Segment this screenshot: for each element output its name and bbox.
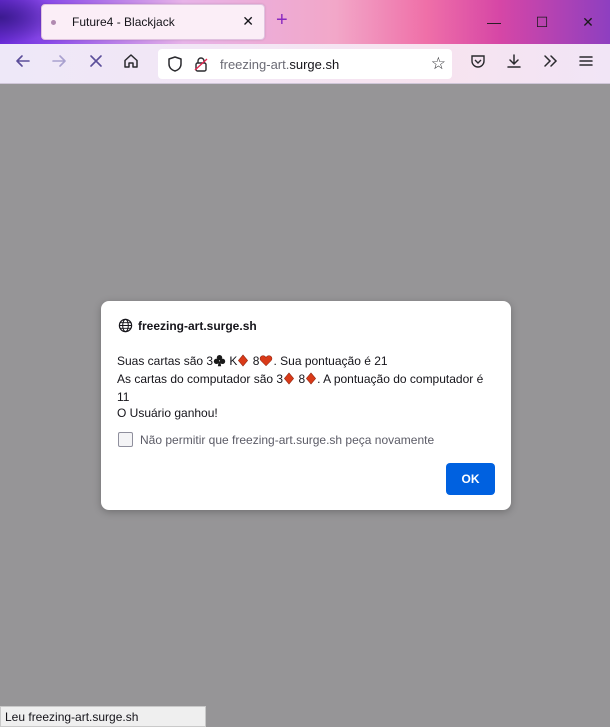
dialog-message: Suas cartas são 3 K 8 . Sua pontuação é 2… [117, 353, 497, 421]
card-rank: 3 [276, 372, 284, 386]
overflow-icon[interactable] [538, 52, 562, 76]
navigation-toolbar: freezing-art.surge.sh ☆ [0, 44, 610, 84]
lock-icon[interactable] [192, 55, 210, 73]
computer-suffix: . A pontuação do computador é [317, 372, 484, 386]
player-cards-line: Suas cartas são 3 K 8 . Sua pontuação é 2… [117, 353, 497, 371]
card-rank: 8 [298, 372, 306, 386]
computer-score-line: 11 [117, 390, 130, 404]
address-bar[interactable]: freezing-art.surge.sh ☆ [158, 49, 452, 79]
new-tab-button[interactable]: + [276, 10, 288, 30]
player-prefix: Suas cartas são [117, 354, 207, 368]
shield-icon[interactable] [166, 55, 184, 73]
tab-blackjack[interactable]: Future4 - Blackjack ✕ [41, 4, 265, 40]
back-icon[interactable] [11, 52, 35, 76]
result-line: O Usuário ganhou! [117, 406, 218, 420]
card-rank: K [229, 354, 238, 368]
tab-loading-icon [51, 20, 56, 25]
bookmark-star-icon[interactable]: ☆ [431, 54, 446, 74]
minimize-button[interactable]: — [482, 10, 506, 34]
heart-icon [259, 354, 273, 371]
home-icon[interactable] [119, 52, 143, 76]
close-window-button[interactable]: ✕ [576, 10, 600, 34]
club-icon [213, 354, 226, 371]
url-text[interactable]: freezing-art.surge.sh [220, 57, 339, 72]
status-bar: Leu freezing-art.surge.sh [0, 706, 206, 727]
download-icon[interactable] [502, 52, 526, 76]
card-rank: 3 [206, 354, 214, 368]
tab-title: Future4 - Blackjack [72, 15, 175, 29]
computer-prefix: As cartas do computador são [117, 372, 277, 386]
forward-icon[interactable] [47, 52, 71, 76]
diamond-icon [305, 372, 317, 389]
stop-icon[interactable] [84, 52, 108, 76]
pocket-icon[interactable] [466, 52, 490, 76]
globe-icon [118, 318, 133, 333]
tab-close-icon[interactable]: ✕ [242, 13, 254, 29]
dialog-origin: freezing-art.surge.sh [138, 319, 257, 333]
diamond-icon [283, 372, 295, 389]
alert-dialog: freezing-art.surge.sh Suas cartas são 3 … [101, 301, 511, 510]
player-suffix: . Sua pontuação é 21 [273, 354, 388, 368]
suppress-dialogs-label[interactable]: Não permitir que freezing-art.surge.sh p… [140, 433, 434, 447]
card-rank: 8 [252, 354, 260, 368]
computer-cards-line: As cartas do computador são 3 8 . A pontu… [117, 371, 497, 389]
maximize-button[interactable]: ☐ [530, 10, 554, 34]
title-bar: Future4 - Blackjack ✕ + — ☐ ✕ [0, 0, 610, 44]
ok-button[interactable]: OK [446, 463, 495, 495]
menu-icon[interactable] [574, 52, 598, 76]
suppress-dialogs-checkbox[interactable] [118, 432, 133, 447]
diamond-icon [237, 354, 249, 371]
